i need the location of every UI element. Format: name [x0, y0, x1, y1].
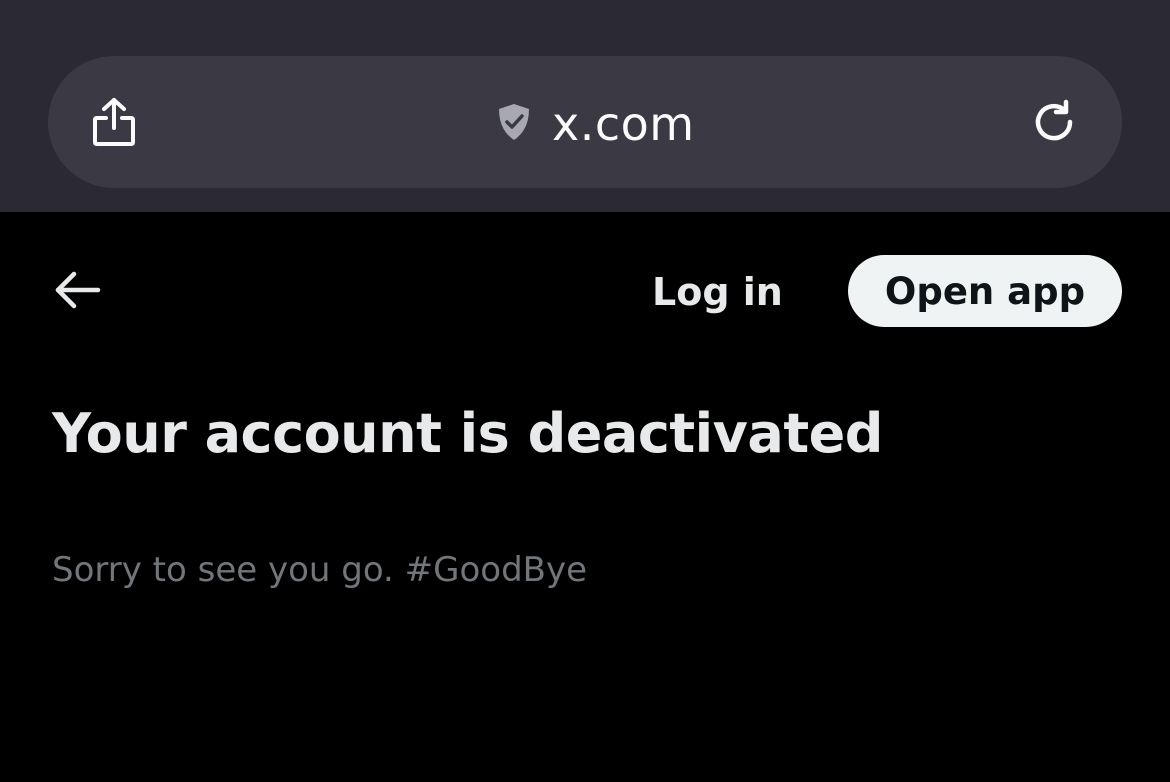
- page-content: Log in Open app Your account is deactiva…: [0, 212, 1170, 782]
- site-address[interactable]: x.com: [496, 92, 695, 156]
- page-subtitle: Sorry to see you go. #GoodBye: [52, 550, 588, 590]
- share-icon: [91, 96, 137, 152]
- arrow-left-icon: [52, 270, 102, 314]
- share-button[interactable]: [88, 96, 140, 152]
- open-app-button[interactable]: Open app: [848, 255, 1122, 327]
- reload-icon: [1030, 98, 1078, 150]
- page-title: Your account is deactivated: [52, 402, 883, 465]
- login-link[interactable]: Log in: [652, 260, 783, 324]
- reload-button[interactable]: [1028, 98, 1080, 150]
- back-button[interactable]: [52, 270, 108, 314]
- url-text: x.com: [552, 97, 695, 151]
- browser-toolbar: x.com: [0, 0, 1170, 212]
- shield-check-icon: [496, 102, 532, 146]
